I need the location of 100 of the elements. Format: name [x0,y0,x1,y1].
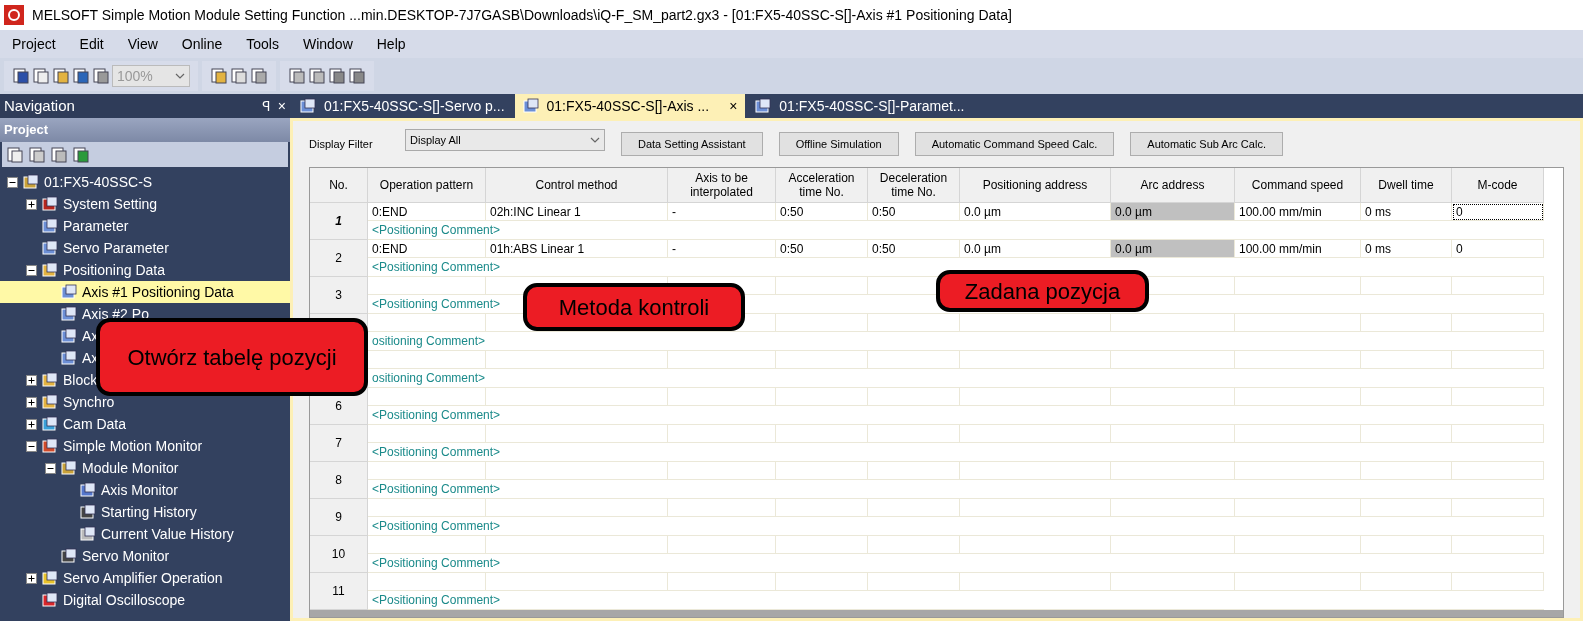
table-cell[interactable] [868,388,960,406]
table-cell[interactable] [486,388,668,406]
expand-icon[interactable] [26,418,37,430]
table-cell[interactable] [1452,314,1544,332]
table-cell[interactable] [776,536,868,554]
table-cell[interactable] [368,499,486,517]
filter-dropdown[interactable]: Display All [405,129,605,151]
pin-button[interactable]: ꟼ [261,95,270,117]
table-cell[interactable]: 01h:ABS Linear 1 [486,240,668,258]
table-cell[interactable] [1452,536,1544,554]
table-cell[interactable] [776,388,868,406]
tab-close-button[interactable]: × [729,95,738,117]
table-cell[interactable] [1452,573,1544,591]
tree-item[interactable]: Module Monitor [0,457,290,479]
table-cell[interactable] [1361,536,1452,554]
table-cell[interactable] [868,314,960,332]
table-cell[interactable] [368,277,486,295]
table-cell[interactable] [1452,277,1544,295]
table-cell[interactable] [368,425,486,443]
table-cell[interactable]: - [668,240,776,258]
collapse-icon[interactable] [26,440,37,452]
menu-item[interactable]: View [123,33,162,55]
positioning-comment[interactable]: <Positioning Comment> [372,443,501,461]
table-cell[interactable] [960,314,1111,332]
table-cell[interactable] [668,462,776,480]
table-cell[interactable]: 100.00 mm/min [1235,203,1361,221]
chevron-down-icon[interactable] [175,73,185,79]
table-cell[interactable]: 0:50 [868,240,960,258]
positioning-comment[interactable]: <Positioning Comment> [372,591,501,609]
table-cell[interactable]: 0:END [368,203,486,221]
table-cell[interactable] [1111,314,1235,332]
row-number[interactable]: 3 [310,277,368,314]
tree-item[interactable]: Positioning Data [0,259,290,281]
table-cell[interactable] [868,462,960,480]
table-cell[interactable] [368,573,486,591]
table-cell[interactable]: 100.00 mm/min [1235,240,1361,258]
table-cell[interactable] [1361,462,1452,480]
table-cell[interactable] [1235,388,1361,406]
menu-item[interactable]: Tools [242,33,283,55]
table-cell[interactable] [776,314,868,332]
table-cell[interactable] [1111,499,1235,517]
toolbar-button[interactable]: Offline Simulation [778,132,899,156]
document-tab[interactable]: 01:FX5-40SSC-S[]-Servo p... [292,94,513,118]
row-number[interactable]: 9 [310,499,368,536]
row-number[interactable]: 1 [310,203,368,240]
table-cell[interactable] [868,425,960,443]
table-cell[interactable] [868,536,960,554]
positioning-comment[interactable]: <Positioning Comment> [372,554,501,572]
close-button[interactable]: × [277,95,286,117]
table-cell[interactable] [1235,462,1361,480]
table-cell[interactable] [1361,277,1452,295]
tree-item[interactable]: Simple Motion Monitor [0,435,290,457]
table-cell[interactable]: 0.0 µm [960,240,1111,258]
table-cell[interactable] [668,499,776,517]
table-cell[interactable] [486,425,668,443]
tree-item[interactable]: System Setting [0,193,290,215]
table-cell[interactable] [868,499,960,517]
menu-item[interactable]: Project [8,33,60,55]
table-cell[interactable] [668,351,776,369]
menu-item[interactable]: Window [298,33,357,55]
tree-item[interactable]: Servo Monitor [0,545,290,567]
table-cell[interactable] [776,351,868,369]
table-cell[interactable] [776,462,868,480]
document-tab[interactable]: 01:FX5-40SSC-S[]-Paramet... [747,94,973,118]
expand-icon[interactable] [26,374,37,386]
expand-icon[interactable] [26,396,37,408]
table-cell[interactable]: 0:END [368,240,486,258]
table-cell[interactable] [1111,573,1235,591]
positioning-comment[interactable]: ositioning Comment> [372,332,486,350]
table-cell[interactable] [1452,388,1544,406]
tree-item[interactable]: Starting History [0,501,290,523]
table-cell[interactable] [1361,499,1452,517]
table-cell[interactable]: 0 [1452,240,1544,258]
table-cell[interactable]: - [668,203,776,221]
table-cell[interactable] [868,351,960,369]
table-cell[interactable] [960,536,1111,554]
table-cell[interactable] [1452,351,1544,369]
positioning-comment[interactable]: <Positioning Comment> [372,480,501,498]
table-cell[interactable] [1235,314,1361,332]
table-cell[interactable] [960,388,1111,406]
table-cell[interactable] [1452,499,1544,517]
tree-item[interactable]: Servo Amplifier Operation [0,567,290,589]
document-tab[interactable]: 01:FX5-40SSC-S[]-Axis ... × [514,94,746,118]
tree-item[interactable]: Digital Oscilloscope [0,589,290,611]
table-cell[interactable]: 0:50 [776,203,868,221]
table-cell[interactable]: 0:50 [868,203,960,221]
table-cell[interactable] [1361,351,1452,369]
table-cell[interactable]: 0.0 µm [1111,240,1235,258]
table-cell[interactable] [960,462,1111,480]
table-cell[interactable] [776,425,868,443]
positioning-comment[interactable]: <Positioning Comment> [372,406,501,424]
row-number[interactable]: 11 [310,573,368,610]
positioning-comment[interactable]: <Positioning Comment> [372,295,501,313]
tree-item[interactable]: Servo Parameter [0,237,290,259]
table-cell[interactable]: 0 ms [1361,203,1452,221]
table-cell[interactable] [368,536,486,554]
table-cell[interactable] [1111,536,1235,554]
table-cell[interactable] [1361,573,1452,591]
expand-icon[interactable] [26,198,37,210]
table-cell[interactable] [960,499,1111,517]
